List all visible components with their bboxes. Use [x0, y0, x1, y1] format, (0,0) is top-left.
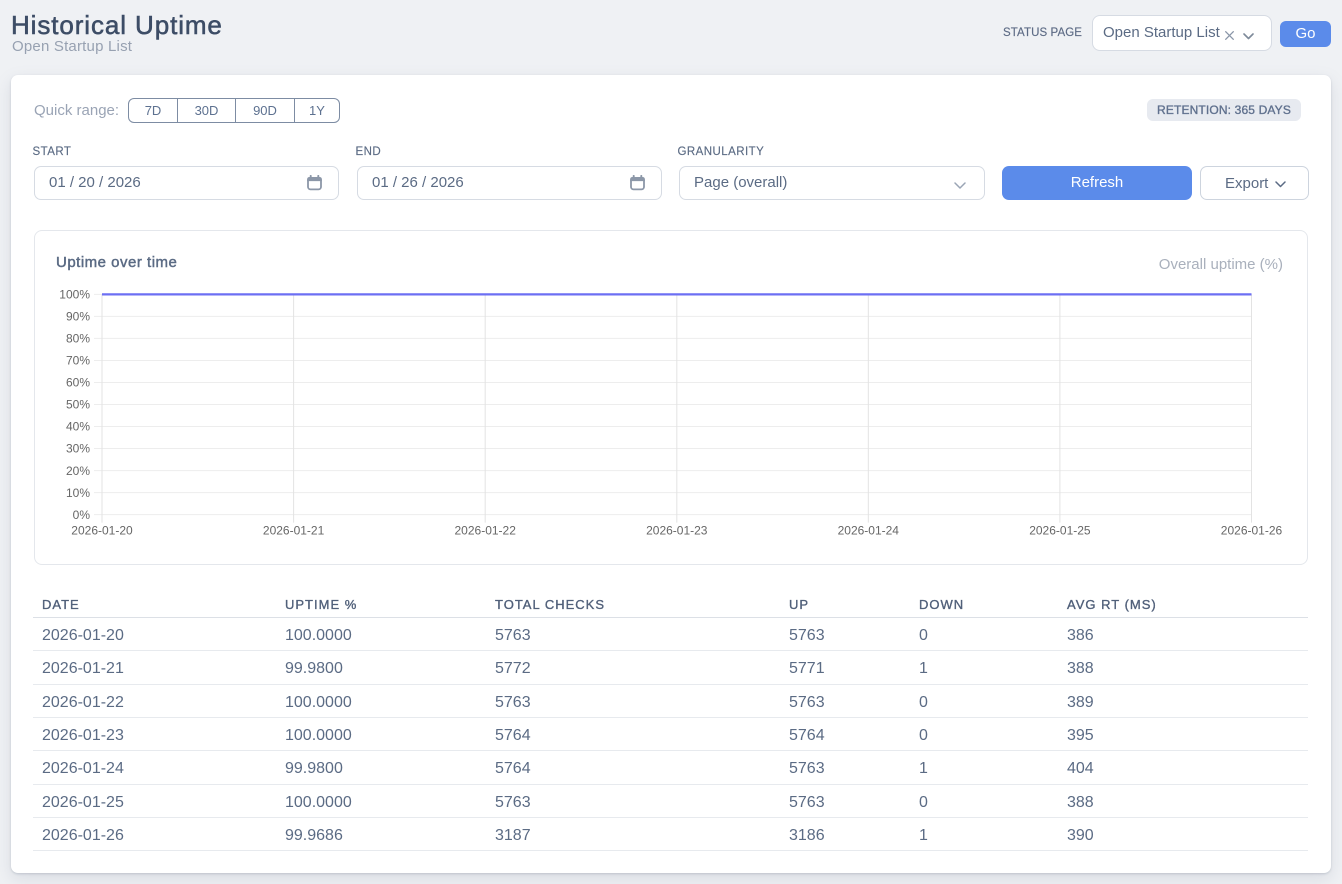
svg-text:2026-01-24: 2026-01-24	[838, 524, 900, 538]
svg-text:2026-01-26: 2026-01-26	[1221, 524, 1283, 538]
svg-text:40%: 40%	[66, 420, 90, 434]
svg-text:20%: 20%	[66, 464, 90, 478]
svg-text:80%: 80%	[66, 332, 90, 346]
svg-text:60%: 60%	[66, 376, 90, 390]
svg-text:0%: 0%	[73, 508, 91, 522]
svg-text:2026-01-21: 2026-01-21	[263, 524, 325, 538]
svg-text:2026-01-25: 2026-01-25	[1029, 524, 1091, 538]
svg-text:30%: 30%	[66, 442, 90, 456]
svg-text:50%: 50%	[66, 398, 90, 412]
svg-text:100%: 100%	[59, 288, 90, 302]
svg-text:10%: 10%	[66, 486, 90, 500]
svg-text:2026-01-23: 2026-01-23	[646, 524, 708, 538]
svg-text:70%: 70%	[66, 354, 90, 368]
svg-text:2026-01-20: 2026-01-20	[71, 524, 133, 538]
svg-text:2026-01-22: 2026-01-22	[455, 524, 517, 538]
svg-text:90%: 90%	[66, 310, 90, 324]
